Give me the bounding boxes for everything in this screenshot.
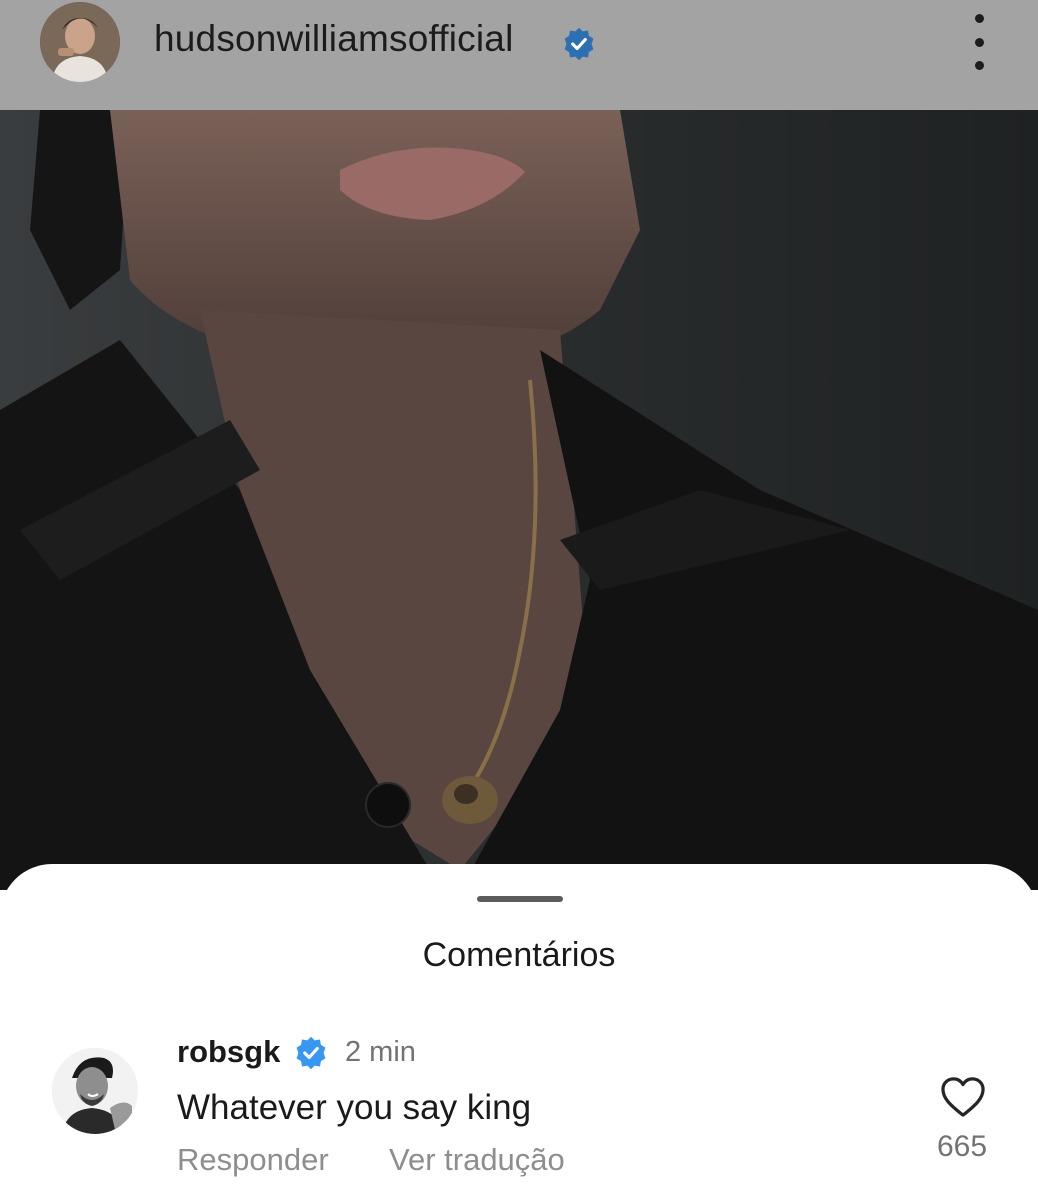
- heart-icon[interactable]: [940, 1076, 986, 1118]
- verified-badge-icon: [296, 1036, 326, 1070]
- post-username[interactable]: hudsonwilliamsofficial: [154, 18, 514, 60]
- see-translation-button[interactable]: Ver tradução: [389, 1142, 565, 1178]
- verified-badge-icon: [564, 27, 594, 61]
- post-header: hudsonwilliamsofficial: [0, 0, 1038, 110]
- comments-sheet: Comentários robsgk 2 min Whatever you sa…: [0, 864, 1038, 1200]
- post-photo[interactable]: [0, 110, 1038, 890]
- comment-text: Whatever you say king: [177, 1088, 532, 1127]
- more-options-button[interactable]: [962, 14, 996, 70]
- sheet-drag-handle[interactable]: [477, 896, 563, 902]
- like-count: 665: [936, 1130, 988, 1163]
- commenter-username[interactable]: robsgk: [177, 1034, 280, 1070]
- sheet-title: Comentários: [422, 936, 616, 974]
- more-vertical-icon: [974, 14, 984, 23]
- profile-avatar[interactable]: [40, 2, 120, 82]
- comment-timestamp: 2 min: [345, 1036, 416, 1068]
- commenter-avatar[interactable]: [52, 1048, 138, 1134]
- reply-button[interactable]: Responder: [177, 1142, 329, 1178]
